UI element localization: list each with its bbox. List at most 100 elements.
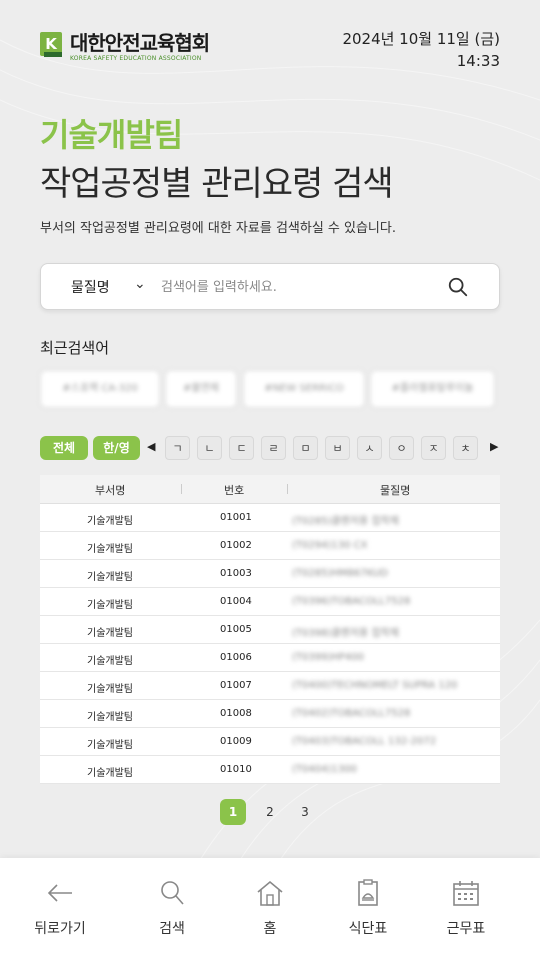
material-cell: (T0404)1300 bbox=[292, 764, 357, 775]
dept-cell: 기술개발팀 bbox=[87, 712, 133, 723]
nav-search[interactable]: 검색 bbox=[132, 878, 212, 938]
logo-subtitle: KOREA SAFETY EDUCATION ASSOCIATION bbox=[70, 55, 202, 62]
table-row[interactable]: 기술개발팀 01007 (T0400)TECHNOMELT SUPRA 120 bbox=[40, 672, 500, 700]
material-cell: (T0398)클렌저용 접착제 bbox=[292, 628, 399, 639]
number-cell: 01010 bbox=[220, 764, 252, 775]
search-bar: 물질명 ⌄ bbox=[40, 263, 500, 310]
number-cell: 01004 bbox=[220, 596, 252, 607]
filter-all-button[interactable]: 전체 bbox=[40, 436, 88, 460]
column-header: 번호 bbox=[224, 484, 245, 497]
material-cell: (T0403)TOBACOLL 132-2072 bbox=[292, 736, 437, 747]
consonant-button[interactable]: ㄷ bbox=[229, 436, 254, 460]
dept-cell: 기술개발팀 bbox=[87, 768, 133, 779]
table-header: 부서명 번호 물질명 bbox=[40, 475, 500, 504]
nav-label: 홈 bbox=[263, 921, 277, 937]
nav-menu[interactable]: 식단표 bbox=[328, 878, 408, 938]
number-cell: 01006 bbox=[220, 652, 252, 663]
table-row[interactable]: 기술개발팀 01002 (T0294)130 CX bbox=[40, 532, 500, 560]
material-cell: (T0399)HP400 bbox=[292, 652, 364, 663]
recent-chip[interactable]: #NEW SERRICO bbox=[243, 370, 365, 408]
table-row[interactable]: 기술개발팀 01008 (T0402)TOBACOLL7528 bbox=[40, 700, 500, 728]
table-row[interactable]: 기술개발팀 01004 (T0396)TOBACOLL7528 bbox=[40, 588, 500, 616]
material-cell: (T0294)130 CX bbox=[292, 540, 368, 551]
search-input[interactable] bbox=[159, 272, 433, 302]
number-cell: 01008 bbox=[220, 708, 252, 719]
consonant-button[interactable]: ㅊ bbox=[453, 436, 478, 460]
dept-cell: 기술개발팀 bbox=[87, 656, 133, 667]
material-cell: (T0400)TECHNOMELT SUPRA 120 bbox=[292, 680, 458, 691]
search-type-select[interactable]: 물질명 bbox=[71, 277, 110, 297]
bottom-nav: 뒤로가기 검색 홈 식단표 근무표 bbox=[0, 858, 540, 960]
results-table: 부서명 번호 물질명 기술개발팀 01001 (T0285)클렌저용 접착제기술개발… bbox=[40, 475, 500, 784]
consonant-button[interactable]: ㅅ bbox=[357, 436, 382, 460]
dept-cell: 기술개발팀 bbox=[87, 544, 133, 555]
table-row[interactable]: 기술개발팀 01005 (T0398)클렌저용 접착제 bbox=[40, 616, 500, 644]
nav-label: 검색 bbox=[159, 921, 185, 937]
index-filter: 전체 한/영 ◀ ㄱ ㄴ ㄷ ㄹ ㅁ ㅂ ㅅ ㅇ ㅈ ㅊ ▶ bbox=[40, 436, 500, 460]
recent-chip[interactable]: #플라젤퓨탈루이놀 bbox=[370, 370, 495, 408]
team-name: 기술개발팀 bbox=[40, 116, 183, 154]
consonant-button[interactable]: ㄴ bbox=[197, 436, 222, 460]
nav-schedule[interactable]: 근무표 bbox=[426, 878, 506, 938]
consonant-button[interactable]: ㄱ bbox=[165, 436, 190, 460]
search-icon bbox=[161, 881, 184, 905]
header: K 대한안전교육협회 KOREA SAFETY EDUCATION ASSOCI… bbox=[40, 28, 500, 72]
calendar-icon bbox=[453, 881, 479, 906]
prev-arrow-icon[interactable]: ◀ bbox=[147, 440, 155, 453]
date-text: 2024년 10월 11일 (금) bbox=[342, 30, 500, 48]
logo-mark: K bbox=[40, 32, 62, 57]
nav-home[interactable]: 홈 bbox=[230, 878, 310, 938]
table-row[interactable]: 기술개발팀 01001 (T0285)클렌저용 접착제 bbox=[40, 504, 500, 532]
chevron-down-icon[interactable]: ⌄ bbox=[134, 276, 146, 292]
logo-name: 대한안전교육협회 bbox=[70, 31, 210, 55]
page-button[interactable]: 1 bbox=[220, 799, 246, 825]
nav-label: 식단표 bbox=[348, 921, 388, 937]
table-row[interactable]: 기술개발팀 01010 (T0404)1300 bbox=[40, 756, 500, 784]
consonant-button[interactable]: ㄹ bbox=[261, 436, 286, 460]
page-description: 부서의 작업공정별 관리요령에 대한 자료를 검색하실 수 있습니다. bbox=[40, 221, 396, 236]
column-header: 부서명 bbox=[95, 484, 126, 497]
recent-chip[interactable]: #스포랙 CA-320 bbox=[40, 370, 160, 408]
page-button[interactable]: 2 bbox=[257, 799, 283, 825]
logo[interactable]: K 대한안전교육협회 KOREA SAFETY EDUCATION ASSOCI… bbox=[40, 31, 210, 62]
next-arrow-icon[interactable]: ▶ bbox=[490, 440, 498, 453]
recent-search-label: 최근검색어 bbox=[40, 339, 110, 357]
nav-back[interactable]: 뒤로가기 bbox=[20, 878, 100, 938]
pagination: 1 2 3 bbox=[220, 799, 330, 825]
consonant-button[interactable]: ㅈ bbox=[421, 436, 446, 460]
menu-clipboard-icon bbox=[358, 879, 378, 906]
consonant-button[interactable]: ㅂ bbox=[325, 436, 350, 460]
number-cell: 01003 bbox=[220, 568, 252, 579]
dept-cell: 기술개발팀 bbox=[87, 600, 133, 611]
dept-cell: 기술개발팀 bbox=[87, 684, 133, 695]
recent-chip[interactable]: #불연제 bbox=[165, 370, 237, 408]
number-cell: 01001 bbox=[220, 512, 252, 523]
dept-cell: 기술개발팀 bbox=[87, 740, 133, 751]
table-row[interactable]: 기술개발팀 01003 (T0285)HM867KUD bbox=[40, 560, 500, 588]
material-cell: (T0285)클렌저용 접착제 bbox=[292, 516, 399, 527]
search-icon[interactable] bbox=[447, 276, 469, 298]
dept-cell: 기술개발팀 bbox=[87, 628, 133, 639]
dept-cell: 기술개발팀 bbox=[87, 572, 133, 583]
nav-label: 뒤로가기 bbox=[34, 921, 86, 937]
filter-lang-toggle[interactable]: 한/영 bbox=[93, 436, 140, 460]
number-cell: 01009 bbox=[220, 736, 252, 747]
table-row[interactable]: 기술개발팀 01006 (T0399)HP400 bbox=[40, 644, 500, 672]
datetime: 2024년 10월 11일 (금) 14:33 bbox=[342, 28, 500, 72]
back-arrow-icon bbox=[47, 884, 72, 902]
number-cell: 01002 bbox=[220, 540, 252, 551]
material-cell: (T0285)HM867KUD bbox=[292, 568, 388, 579]
number-cell: 01005 bbox=[220, 624, 252, 635]
page-button[interactable]: 3 bbox=[292, 799, 318, 825]
recent-search-chips: #스포랙 CA-320 #불연제 #NEW SERRICO #플라젤퓨탈루이놀 bbox=[40, 370, 500, 408]
column-header: 물질명 bbox=[380, 484, 411, 497]
material-cell: (T0402)TOBACOLL7528 bbox=[292, 708, 411, 719]
consonant-button[interactable]: ㅇ bbox=[389, 436, 414, 460]
nav-label: 근무표 bbox=[446, 921, 486, 937]
table-row[interactable]: 기술개발팀 01009 (T0403)TOBACOLL 132-2072 bbox=[40, 728, 500, 756]
material-cell: (T0396)TOBACOLL7528 bbox=[292, 596, 411, 607]
consonant-button[interactable]: ㅁ bbox=[293, 436, 318, 460]
number-cell: 01007 bbox=[220, 680, 252, 691]
home-icon bbox=[257, 880, 283, 906]
time-text: 14:33 bbox=[456, 52, 500, 70]
